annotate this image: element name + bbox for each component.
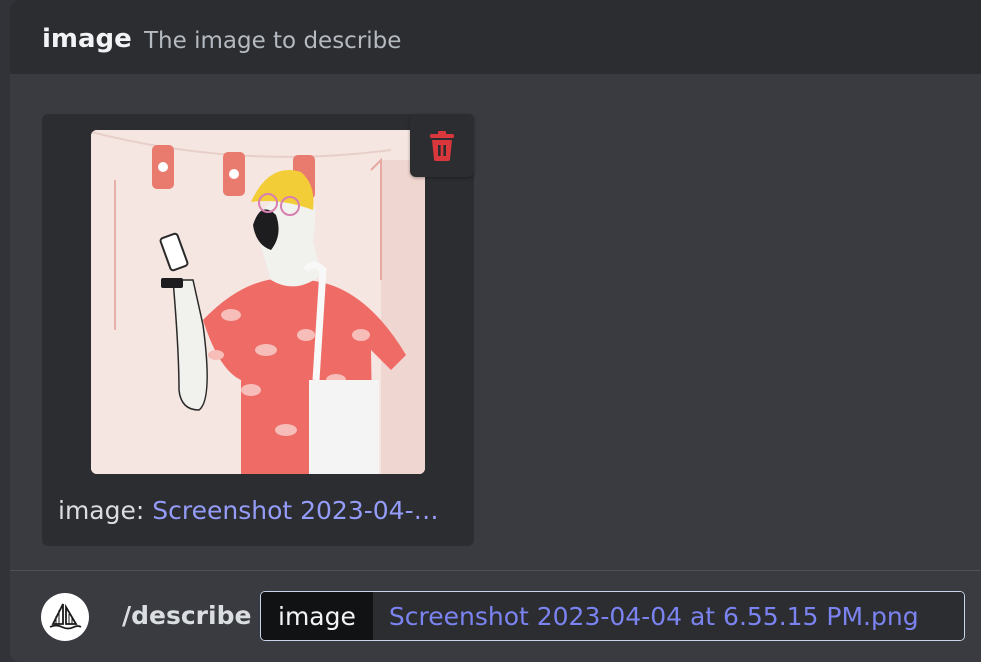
trash-icon bbox=[430, 130, 454, 161]
option-description: The image to describe bbox=[144, 28, 402, 54]
remove-attachment-button[interactable] bbox=[410, 114, 474, 177]
option-header: image The image to describe bbox=[10, 0, 981, 74]
sailboat-logo-icon bbox=[49, 603, 82, 630]
attachment-filename[interactable]: Screenshot 2023-04-… bbox=[152, 496, 438, 525]
image-preview[interactable] bbox=[91, 130, 425, 474]
attachment-caption: image: Screenshot 2023-04-… bbox=[58, 494, 468, 528]
bot-avatar[interactable] bbox=[41, 593, 89, 641]
slash-command: /describe bbox=[122, 601, 252, 630]
command-argument-box[interactable]: image Screenshot 2023-04-04 at 6.55.15 P… bbox=[260, 591, 965, 641]
argument-value[interactable]: Screenshot 2023-04-04 at 6.55.15 PM.png bbox=[372, 592, 964, 640]
option-panel: image The image to describe image: Scree… bbox=[10, 0, 981, 662]
attachment-label: image: bbox=[58, 496, 153, 525]
attachment-card: image: Screenshot 2023-04-… bbox=[42, 114, 474, 546]
option-name: image bbox=[42, 24, 132, 54]
illustration-image bbox=[91, 130, 425, 474]
divider bbox=[10, 570, 981, 571]
argument-name: image bbox=[261, 592, 373, 640]
